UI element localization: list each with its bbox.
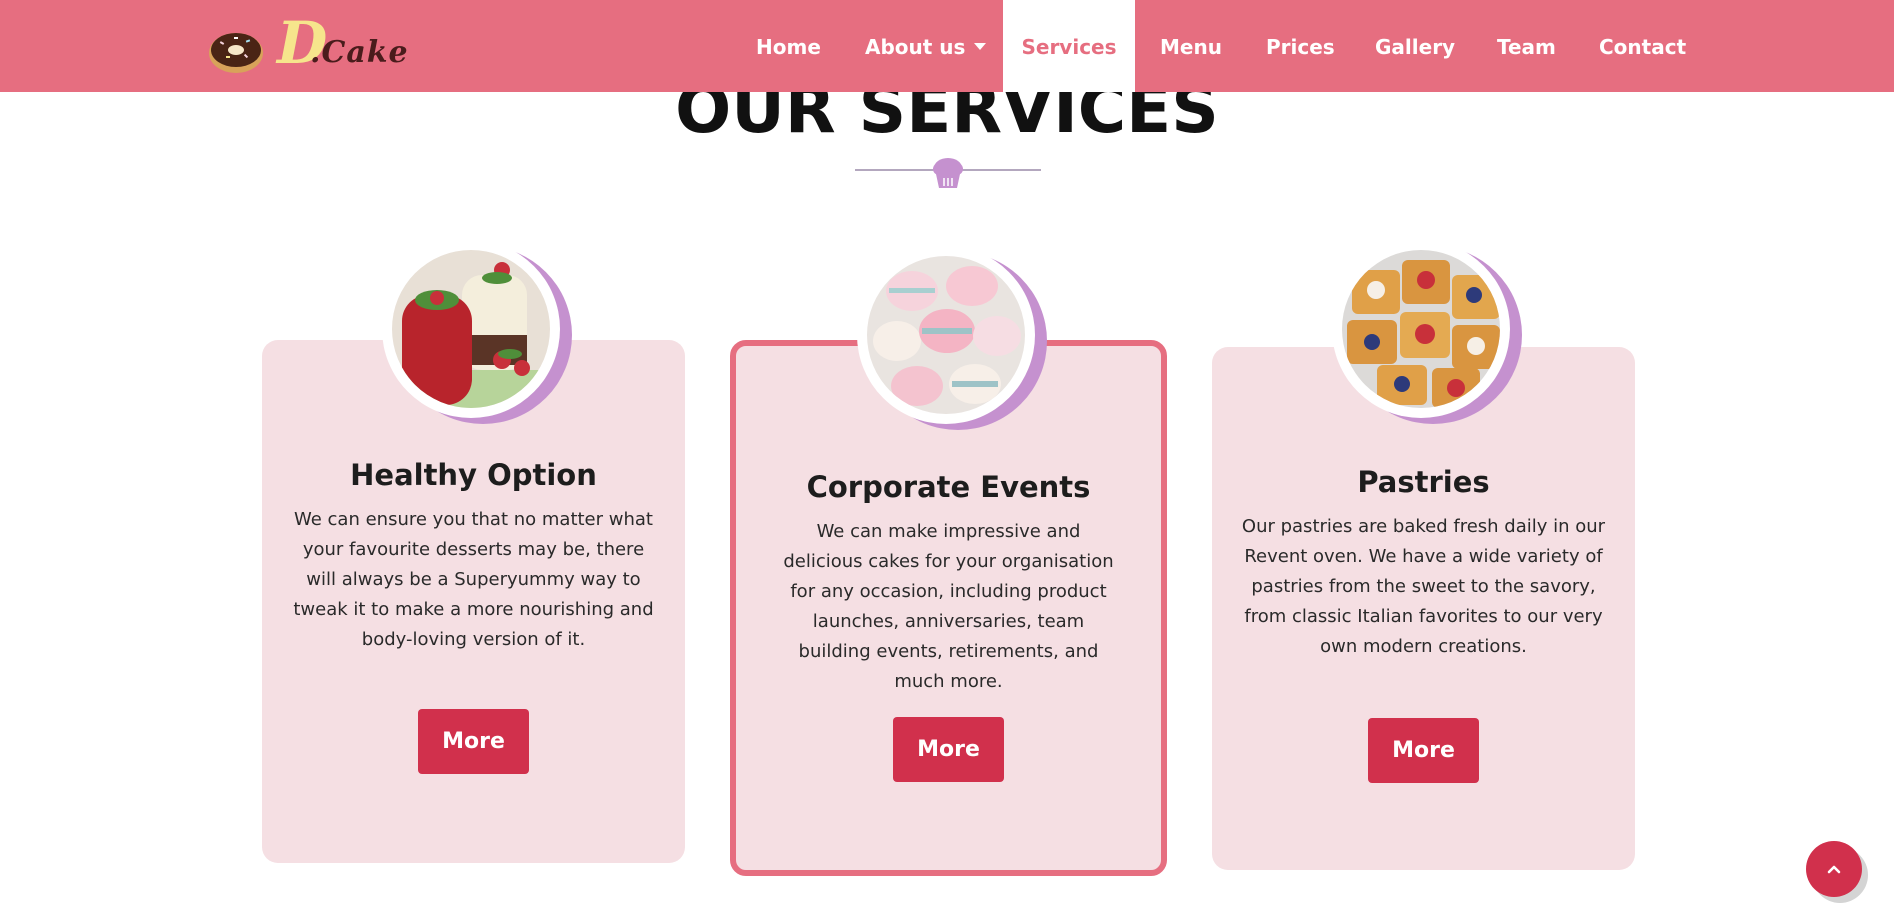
berry-pastries-image bbox=[1342, 250, 1500, 408]
card-description: We can make impressive and delicious cak… bbox=[783, 521, 1114, 692]
donut-icon bbox=[209, 33, 263, 73]
brand-logo[interactable]: D .Cake bbox=[205, 10, 408, 80]
service-card-pastries: Pastries Our pastries are baked fresh da… bbox=[1212, 240, 1635, 870]
more-button[interactable]: More bbox=[1368, 718, 1479, 783]
card-description: Our pastries are baked fresh daily in ou… bbox=[1241, 516, 1606, 657]
nav-team-label: Team bbox=[1497, 35, 1556, 59]
card-title: Corporate Events bbox=[806, 470, 1091, 504]
dropdown-caret-icon bbox=[974, 43, 987, 50]
card-image bbox=[1332, 240, 1526, 424]
strawberry-mousse-cakes-image bbox=[392, 250, 550, 408]
card-image bbox=[382, 240, 576, 424]
scroll-to-top-button[interactable] bbox=[1806, 841, 1862, 897]
nav-about-us[interactable]: About us bbox=[865, 0, 987, 92]
navbar: D .Cake Home About us Services Menu Pric… bbox=[0, 0, 1894, 92]
nav-menu-label: Menu bbox=[1160, 35, 1222, 59]
nav-home-label: Home bbox=[756, 35, 821, 59]
chevron-up-icon bbox=[1827, 865, 1841, 874]
nav-about-us-label: About us bbox=[865, 35, 966, 59]
card-description: We can ensure you that no matter what yo… bbox=[293, 509, 654, 650]
nav-gallery[interactable]: Gallery bbox=[1375, 0, 1455, 92]
service-card-corporate-events: Corporate Events We can make impressive … bbox=[730, 246, 1167, 876]
nav-team[interactable]: Team bbox=[1497, 0, 1556, 92]
nav-services-label: Services bbox=[1021, 35, 1117, 59]
nav-prices[interactable]: Prices bbox=[1266, 0, 1335, 92]
nav-contact-label: Contact bbox=[1599, 35, 1687, 59]
section-divider bbox=[855, 158, 1041, 188]
nav-menu[interactable]: Menu bbox=[1160, 0, 1222, 92]
nav-prices-label: Prices bbox=[1266, 35, 1335, 59]
nav-services[interactable]: Services bbox=[1003, 0, 1135, 92]
card-title: Pastries bbox=[1357, 465, 1490, 499]
more-button[interactable]: More bbox=[893, 717, 1004, 782]
logo-text: .Cake bbox=[310, 35, 409, 70]
nav-contact[interactable]: Contact bbox=[1599, 0, 1686, 92]
card-image bbox=[857, 246, 1051, 430]
nav-gallery-label: Gallery bbox=[1375, 35, 1456, 59]
more-button[interactable]: More bbox=[418, 709, 529, 774]
service-card-healthy-option: Healthy Option We can ensure you that no… bbox=[262, 240, 685, 863]
cupcake-icon bbox=[933, 158, 963, 188]
nav-home[interactable]: Home bbox=[756, 0, 821, 92]
macarons-image bbox=[867, 256, 1025, 414]
card-title: Healthy Option bbox=[350, 458, 597, 492]
